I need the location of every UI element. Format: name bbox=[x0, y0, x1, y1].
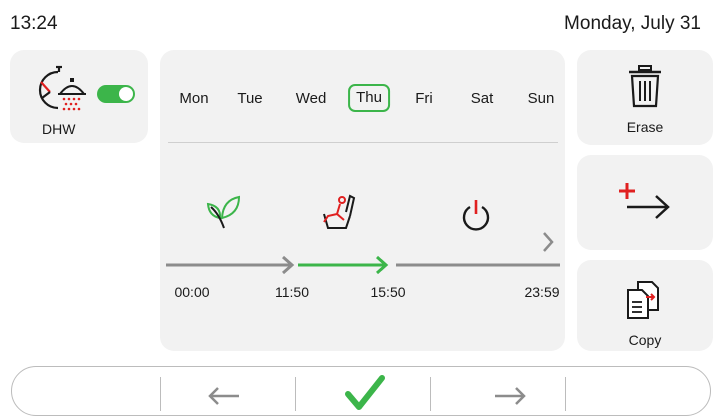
current-date: Monday, July 31 bbox=[564, 13, 701, 34]
forward-button[interactable] bbox=[431, 366, 565, 414]
confirm-button[interactable] bbox=[296, 366, 430, 414]
eco-leaf-icon[interactable] bbox=[205, 192, 243, 230]
power-off-icon[interactable] bbox=[460, 198, 492, 232]
checkmark-icon bbox=[345, 375, 385, 410]
day-thu[interactable]: Thu bbox=[348, 84, 390, 112]
day-wed[interactable]: Wed bbox=[291, 88, 332, 110]
schedule-card: Mon Tue Wed Thu Fri Sat Sun 00:00 11:50 … bbox=[160, 50, 565, 351]
clock-time: 13:24 bbox=[10, 13, 58, 34]
time-label-end: 23:59 bbox=[524, 284, 560, 300]
day-selector: Mon Tue Wed Thu Fri Sat Sun bbox=[160, 84, 565, 112]
toggle-knob bbox=[119, 87, 133, 101]
clock-shower-icon bbox=[38, 65, 87, 111]
comfort-chair-icon[interactable] bbox=[320, 192, 360, 232]
day-tue[interactable]: Tue bbox=[232, 88, 267, 110]
back-button[interactable] bbox=[161, 366, 295, 414]
erase-button[interactable]: Erase bbox=[577, 50, 713, 145]
day-sat[interactable]: Sat bbox=[466, 88, 499, 110]
nav-separator bbox=[565, 377, 566, 411]
time-label-1: 11:50 bbox=[275, 284, 309, 300]
dhw-card[interactable]: DHW bbox=[10, 50, 148, 143]
trash-icon bbox=[629, 65, 661, 108]
copy-label: Copy bbox=[628, 332, 662, 348]
plus-arrow-icon bbox=[619, 183, 670, 219]
time-label-2: 15:50 bbox=[370, 284, 406, 300]
arrow-left-icon bbox=[208, 387, 239, 405]
time-label-start: 00:00 bbox=[174, 284, 210, 300]
dhw-toggle[interactable] bbox=[97, 85, 135, 103]
dhw-label: DHW bbox=[42, 121, 76, 137]
add-interval-button[interactable] bbox=[577, 155, 713, 250]
copy-icon bbox=[627, 281, 659, 319]
arrow-right-icon bbox=[495, 387, 526, 405]
copy-button[interactable]: Copy bbox=[577, 260, 713, 351]
day-mon[interactable]: Mon bbox=[174, 88, 213, 110]
timeline bbox=[166, 255, 560, 275]
day-fri[interactable]: Fri bbox=[410, 88, 438, 110]
divider bbox=[168, 142, 558, 143]
day-sun[interactable]: Sun bbox=[523, 88, 560, 110]
erase-label: Erase bbox=[626, 119, 664, 135]
